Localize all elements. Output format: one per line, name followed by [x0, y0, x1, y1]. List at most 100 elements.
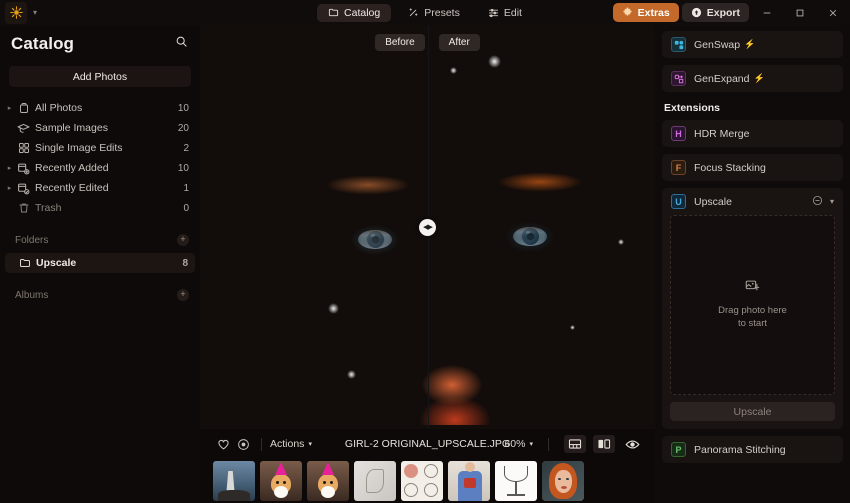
recent-edited-icon: [15, 182, 32, 195]
folder-icon: [328, 8, 339, 17]
sidebar-item-recently-edited[interactable]: ▸ Recently Edited 1: [0, 178, 200, 198]
window-close-button[interactable]: [818, 0, 848, 25]
upscale-badge-icon: U: [671, 194, 686, 209]
drag-handle-arrows-icon: ◀▶: [423, 224, 433, 231]
sidebar-section-folders: Folders +: [0, 228, 200, 252]
body-row: Catalog Add Photos ▸ All Photos 10 Sampl…: [0, 25, 850, 503]
filmstrip-toggle-button[interactable]: [564, 435, 586, 453]
tab-catalog-label: Catalog: [344, 6, 381, 19]
chevron-right-icon[interactable]: ▸: [4, 184, 15, 192]
tab-edit[interactable]: Edit: [477, 4, 533, 22]
actions-menu[interactable]: Actions ▾: [270, 438, 312, 450]
sidebar-header: Catalog: [0, 25, 200, 57]
sidebar-item-single-image-edits[interactable]: Single Image Edits 2: [0, 138, 200, 158]
filmstrip-thumb-sketch-grid[interactable]: [401, 461, 443, 501]
panel-item-label: GenSwap: [694, 38, 741, 51]
page-title: Catalog: [11, 33, 75, 53]
folder-icon: [16, 257, 33, 269]
filmstrip-thumb-wine-glass[interactable]: [495, 461, 537, 501]
minimize-icon: [763, 12, 771, 13]
panel-item-label: GenExpand: [694, 72, 750, 85]
chevron-right-icon[interactable]: ▸: [4, 164, 15, 172]
filmstrip-thumb-lighthouse[interactable]: [213, 461, 255, 501]
chevron-down-icon[interactable]: ▾: [830, 197, 834, 206]
sidebar-item-count: 2: [183, 142, 189, 154]
sidebar-folder-upscale[interactable]: Upscale 8: [5, 253, 195, 273]
tab-catalog[interactable]: Catalog: [317, 3, 392, 22]
export-button[interactable]: Export: [681, 3, 749, 22]
chevron-right-icon[interactable]: ▸: [4, 104, 15, 112]
title-bar: ▾ Catalog Presets Edit Extras Export: [0, 0, 850, 25]
upscale-header[interactable]: U Upscale ▾: [662, 188, 843, 215]
tab-presets[interactable]: Presets: [397, 4, 471, 22]
app-logo[interactable]: [5, 1, 27, 24]
filmstrip-thumb-redhead-girl[interactable]: [542, 461, 584, 501]
ai-bolt-icon: ⚡: [744, 39, 756, 49]
before-label: Before: [375, 34, 425, 51]
sidebar-item-label: All Photos: [35, 102, 83, 114]
grid-icon: [15, 142, 32, 154]
sidebar-item-sample-images[interactable]: Sample Images 20: [0, 118, 200, 138]
panel-item-label: Upscale: [694, 195, 732, 208]
window-maximize-button[interactable]: [785, 0, 815, 25]
magic-wand-icon: [409, 8, 418, 17]
genexpand-badge-icon: [671, 71, 686, 86]
trash-icon: [15, 202, 32, 214]
reject-button[interactable]: [233, 434, 253, 454]
genexpand-icon: [674, 74, 683, 83]
albums-section-label: Albums: [15, 289, 49, 301]
before-after-divider-handle[interactable]: ◀▶: [419, 218, 436, 236]
app-window: ▾ Catalog Presets Edit Extras Export Cat…: [0, 0, 850, 503]
panel-item-genswap[interactable]: GenSwap ⚡: [662, 31, 843, 58]
image-viewer[interactable]: ◀▶ Before After: [200, 25, 655, 429]
search-icon: [176, 36, 187, 47]
hdr-merge-badge-icon: H: [671, 126, 686, 141]
extras-panel: GenSwap ⚡ GenExpand ⚡ Extensions H HDR M…: [655, 25, 850, 503]
add-folder-plus-circle-icon[interactable]: +: [177, 234, 189, 246]
after-image-half: [427, 25, 655, 429]
sidebar-item-recently-added[interactable]: ▸ Recently Added 10: [0, 158, 200, 178]
split-compare-icon: [598, 439, 611, 449]
favorite-button[interactable]: [213, 434, 233, 454]
extras-button[interactable]: Extras: [612, 3, 679, 22]
app-menu-chevron-down-icon[interactable]: ▾: [33, 8, 37, 17]
zoom-level-dropdown[interactable]: 60% ▾: [504, 438, 533, 450]
sidebar-item-count: 10: [177, 162, 189, 174]
filmstrip-thumb-corgi[interactable]: [307, 461, 349, 501]
preview-button[interactable]: [622, 434, 642, 454]
panel-item-hdr-merge[interactable]: H HDR Merge: [662, 120, 843, 147]
sidebar-item-trash[interactable]: Trash 0: [0, 198, 200, 218]
tab-edit-label: Edit: [503, 6, 522, 19]
upscale-action-label: Upscale: [733, 405, 772, 418]
filmstrip-view-icon: [568, 439, 582, 449]
filmstrip-thumb-woman-tshirt[interactable]: [448, 461, 490, 501]
portrait-before: [200, 25, 428, 425]
before-after-labels: Before After: [200, 34, 655, 51]
sidebar: Catalog Add Photos ▸ All Photos 10 Sampl…: [0, 25, 200, 503]
add-album-plus-circle-icon[interactable]: +: [177, 289, 189, 301]
upscale-header-actions: ▾: [812, 195, 834, 209]
panel-item-panorama-stitching[interactable]: P Panorama Stitching: [662, 436, 843, 463]
minus-circle-icon[interactable]: [812, 195, 823, 209]
dropzone-line-2: to start: [737, 318, 768, 330]
sidebar-folder-count: 8: [182, 257, 188, 269]
tab-presets-label: Presets: [424, 6, 460, 19]
search-button[interactable]: [175, 35, 188, 53]
upscale-dropzone[interactable]: Drag photo here to start: [670, 215, 835, 395]
panel-item-label: Focus Stacking: [694, 161, 766, 174]
sidebar-item-count: 0: [183, 202, 189, 214]
filmstrip-thumb-corgi[interactable]: [260, 461, 302, 501]
panel-item-focus-stacking[interactable]: F Focus Stacking: [662, 154, 843, 181]
sliders-icon: [488, 8, 498, 18]
viewer-toolbar: Actions ▾ GIRL-2 ORIGINAL_UPSCALE.JPG 60…: [200, 429, 655, 459]
title-bar-actions: Extras Export: [612, 0, 850, 25]
upscale-action-button[interactable]: Upscale: [670, 402, 835, 421]
eye-left: [358, 230, 392, 249]
panel-item-label: Panorama Stitching: [694, 443, 786, 456]
sidebar-item-all-photos[interactable]: ▸ All Photos 10: [0, 98, 200, 118]
filmstrip-thumb-sand-drawing[interactable]: [354, 461, 396, 501]
panel-item-genexpand[interactable]: GenExpand ⚡: [662, 65, 843, 92]
add-photos-button[interactable]: Add Photos: [9, 66, 191, 87]
compare-toggle-button[interactable]: [593, 435, 615, 453]
window-minimize-button[interactable]: [752, 0, 782, 25]
